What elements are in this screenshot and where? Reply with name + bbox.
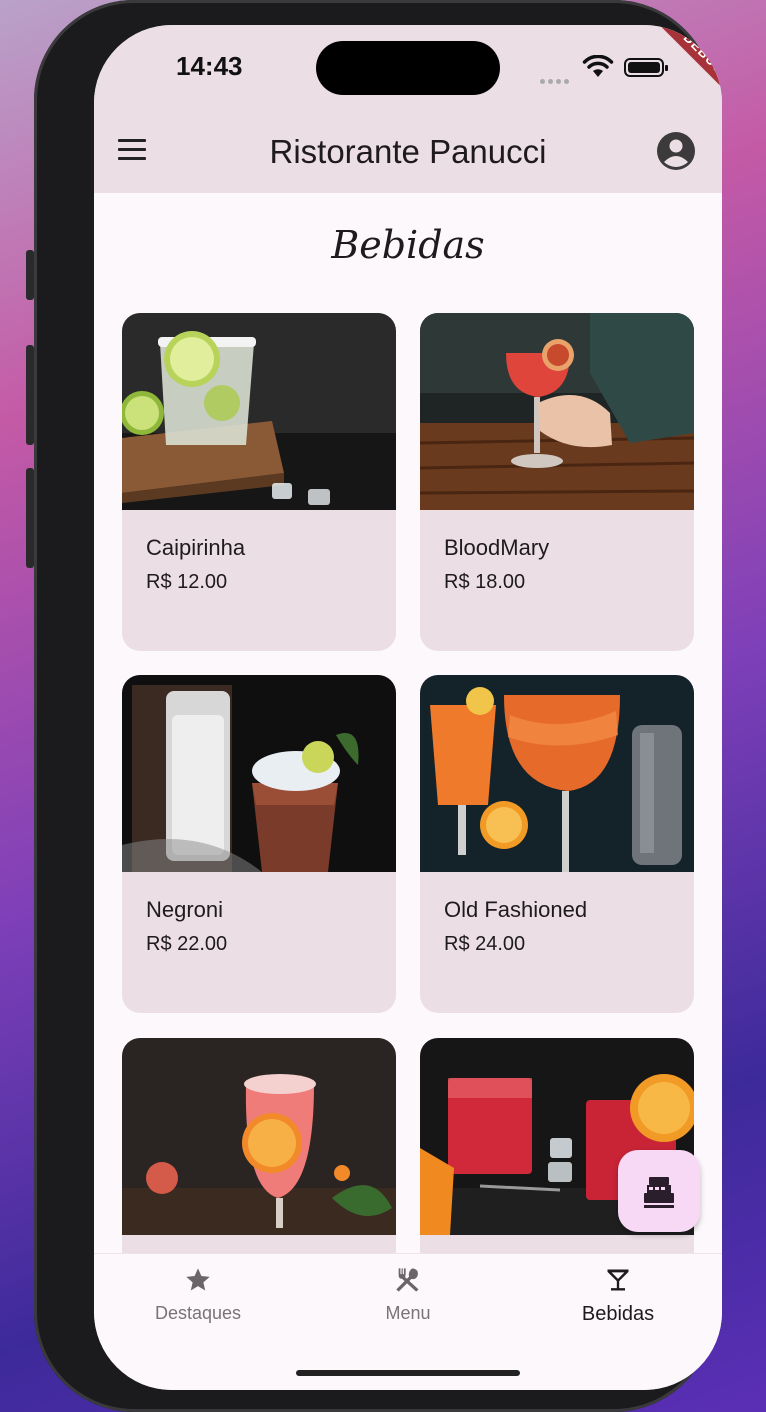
status-time: 14:43 [176, 51, 243, 81]
drink-price: R$ 12.00 [146, 571, 228, 593]
drink-name: Old Fashioned [444, 897, 588, 922]
nav-bebidas[interactable]: Bebidas [538, 1266, 698, 1326]
fork-spoon-icon [396, 1268, 419, 1292]
drink-card-caipirinha[interactable]: Caipirinha R$ 12.00 [122, 313, 396, 651]
drink-name: BloodMary [444, 535, 550, 560]
cash-register-icon [644, 1177, 674, 1208]
nav-menu[interactable]: Menu [328, 1266, 488, 1324]
dynamic-island [316, 41, 500, 95]
account-circle-icon[interactable] [656, 131, 696, 171]
drink-card-old-fashioned[interactable]: Old Fashioned R$ 24.00 [420, 675, 694, 1013]
nav-label: Bebidas [581, 1303, 655, 1325]
home-indicator[interactable] [296, 1370, 520, 1376]
drink-price: R$ 18.00 [444, 571, 526, 593]
drink-card-bloodmary[interactable]: BloodMary R$ 18.00 [420, 313, 694, 651]
drink-name: Caipirinha [146, 535, 246, 560]
battery-icon [624, 58, 668, 77]
drink-name: Negroni [146, 897, 224, 922]
nav-label: Destaques [154, 1303, 242, 1323]
drink-price: R$ 22.00 [146, 933, 228, 955]
caipirinha-image [122, 313, 396, 510]
nav-destaques[interactable]: Destaques [118, 1266, 278, 1324]
star-icon [186, 1268, 210, 1291]
app-screen: 14:43 DEBUG Ristorante Panucci Bebidas C… [94, 25, 722, 1390]
volume-down-button [26, 468, 34, 568]
wifi-icon [582, 55, 614, 77]
pink-drink-image [122, 1038, 396, 1235]
nav-label: Menu [385, 1303, 431, 1323]
bloodmary-image [420, 313, 694, 510]
cocktail-glass-icon [607, 1269, 629, 1291]
checkout-fab-button[interactable] [618, 1150, 700, 1232]
app-title: Ristorante Panucci [269, 133, 547, 170]
drink-card-negroni[interactable]: Negroni R$ 22.00 [122, 675, 396, 1013]
volume-up-button [26, 345, 34, 445]
cellular-signal-icon [540, 71, 574, 84]
app-bar: 14:43 DEBUG Ristorante Panucci [94, 25, 722, 193]
old-fashioned-image [420, 675, 694, 872]
negroni-image [122, 675, 396, 872]
drink-price: R$ 24.00 [444, 933, 526, 955]
page-title: Bebidas [331, 223, 485, 267]
silent-switch [26, 250, 34, 300]
phone-frame: 14:43 DEBUG Ristorante Panucci Bebidas C… [26, 0, 722, 1412]
